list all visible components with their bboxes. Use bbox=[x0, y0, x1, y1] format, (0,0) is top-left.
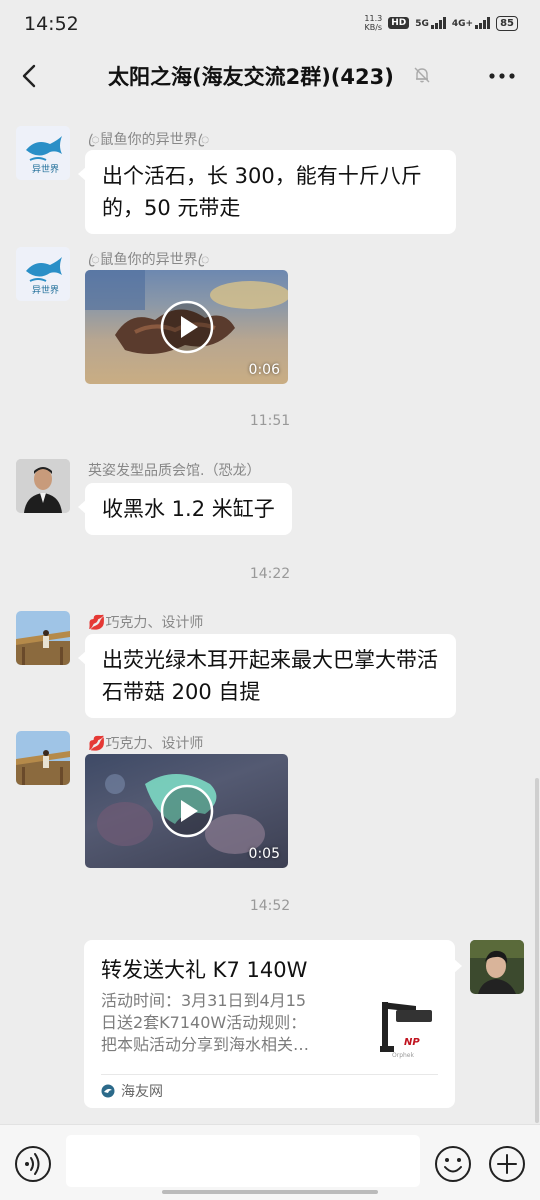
link-card-title: 转发送大礼 K7 140W bbox=[101, 958, 308, 982]
back-button[interactable] bbox=[12, 56, 52, 96]
video-duration: 0:05 bbox=[248, 846, 280, 862]
link-card-source: 海友网 bbox=[101, 1081, 163, 1101]
sender-decoration: ꦿ bbox=[88, 132, 100, 148]
chat-header: 太阳之海(海友交流2群)(423) bbox=[0, 50, 540, 102]
link-card-description: 活动时间：3月31日到4月15 日送2套K7140W活动规则： 把本贴活动分享到… bbox=[101, 990, 341, 1056]
fish-logo-icon: 异世界 bbox=[16, 126, 70, 180]
avatar[interactable]: 异世界 bbox=[16, 247, 70, 301]
sender-name-text: 鼠鱼你的异世界 bbox=[99, 252, 198, 268]
avatar[interactable] bbox=[16, 611, 70, 665]
sender-name-text: 巧克力、设计师 bbox=[105, 615, 204, 631]
network-speed-value: 11.3 bbox=[364, 14, 383, 23]
my-avatar[interactable] bbox=[470, 940, 524, 994]
hd-voice-icon: HD bbox=[388, 17, 410, 29]
link-card-desc-line: 活动时间：3月31日到4月15 bbox=[101, 991, 307, 1010]
sender-name: 英姿发型品质会馆.（恐龙） bbox=[88, 463, 261, 479]
link-card-source-name: 海友网 bbox=[121, 1084, 163, 1100]
man-portrait-icon bbox=[16, 459, 70, 513]
voice-icon bbox=[15, 1146, 51, 1182]
site-logo-icon bbox=[101, 1084, 115, 1098]
network-speed-unit: KB/s bbox=[364, 23, 383, 32]
link-card-thumbnail: NP Orphek bbox=[370, 996, 440, 1066]
play-icon[interactable] bbox=[160, 784, 214, 838]
video-message[interactable]: 0:05 bbox=[85, 754, 288, 868]
avatar[interactable]: 异世界 bbox=[16, 126, 70, 180]
back-icon bbox=[22, 64, 36, 88]
sender-decoration: ꦿ bbox=[197, 252, 210, 268]
chat-title: 太阳之海(海友交流2群)(423) bbox=[108, 65, 394, 89]
sender-name-text: 巧克力、设计师 bbox=[105, 736, 204, 752]
divider bbox=[101, 1074, 438, 1075]
person-portrait-icon bbox=[470, 940, 524, 994]
link-card-desc-line: 日送2套K7140W活动规则： bbox=[101, 1013, 307, 1032]
signal-5g-icon: 5G bbox=[415, 17, 446, 29]
link-card-desc-line: 把本贴活动分享到海水相关… bbox=[101, 1035, 310, 1054]
sender-name: 💋巧克力、设计师 bbox=[88, 733, 203, 753]
mute-bell-icon bbox=[414, 67, 430, 83]
chat-message-list[interactable]: 异世界 ꦿ鼠鱼你的异世界ꦿ 出个活石，长 300，能有十斤八斤的，50 元带走 … bbox=[0, 102, 540, 1124]
message-bubble[interactable]: 收黑水 1.2 米缸子 bbox=[78, 483, 292, 535]
voice-button[interactable] bbox=[14, 1145, 52, 1183]
home-indicator[interactable] bbox=[162, 1190, 378, 1194]
signal-4g-label: 4G+ bbox=[451, 19, 474, 29]
landscape-photo-icon bbox=[16, 611, 70, 665]
message-bubble[interactable]: 出个活石，长 300，能有十斤八斤的，50 元带走 bbox=[78, 150, 456, 234]
more-functions-button[interactable] bbox=[488, 1145, 526, 1183]
status-indicators: 11.3 KB/s HD 5G 4G+ 85 bbox=[364, 14, 518, 32]
sender-decoration: ꦿ bbox=[197, 132, 210, 148]
emoji-button[interactable] bbox=[434, 1145, 472, 1183]
scrollbar[interactable] bbox=[535, 778, 539, 1123]
sender-name: 💋巧克力、设计师 bbox=[88, 612, 203, 632]
status-time: 14:52 bbox=[24, 13, 79, 35]
video-message[interactable]: 0:06 bbox=[85, 270, 288, 384]
message-bubble[interactable]: 出荧光绿木耳开起来最大巴掌大带活石带菇 200 自提 bbox=[78, 634, 456, 718]
signal-5g-label: 5G bbox=[415, 19, 429, 29]
more-icon bbox=[489, 73, 515, 79]
play-icon[interactable] bbox=[160, 300, 214, 354]
brand-mark: NP bbox=[404, 1037, 420, 1048]
sender-decoration: ꦿ bbox=[88, 252, 100, 268]
message-timestamp: 14:52 bbox=[249, 898, 291, 914]
brand-text: Orphek bbox=[392, 1052, 414, 1059]
svg-text:异世界: 异世界 bbox=[32, 284, 59, 296]
emoji-icon bbox=[435, 1146, 471, 1182]
shared-link-card[interactable]: 转发送大礼 K7 140W 活动时间：3月31日到4月15 日送2套K7140W… bbox=[84, 940, 462, 1108]
message-input[interactable] bbox=[66, 1135, 420, 1187]
signal-4g-icon: 4G+ bbox=[451, 17, 491, 29]
network-speed: 11.3 KB/s bbox=[364, 14, 382, 32]
avatar[interactable] bbox=[16, 459, 70, 513]
sender-decoration: 💋 bbox=[88, 615, 106, 631]
battery-icon: 85 bbox=[496, 15, 518, 31]
sender-name-text: 鼠鱼你的异世界 bbox=[99, 132, 198, 148]
avatar[interactable] bbox=[16, 731, 70, 785]
landscape-photo-icon bbox=[16, 731, 70, 785]
input-bar bbox=[0, 1124, 540, 1200]
svg-text:异世界: 异世界 bbox=[32, 163, 59, 175]
message-timestamp: 14:22 bbox=[249, 566, 291, 582]
video-duration: 0:06 bbox=[248, 362, 280, 378]
sender-decoration: 💋 bbox=[88, 736, 106, 752]
fish-logo-icon: 异世界 bbox=[16, 247, 70, 301]
message-timestamp: 11:51 bbox=[249, 413, 291, 429]
plus-icon bbox=[489, 1146, 525, 1182]
status-bar: 14:52 11.3 KB/s HD 5G 4G+ 85 bbox=[0, 0, 540, 50]
more-button[interactable] bbox=[480, 56, 524, 96]
